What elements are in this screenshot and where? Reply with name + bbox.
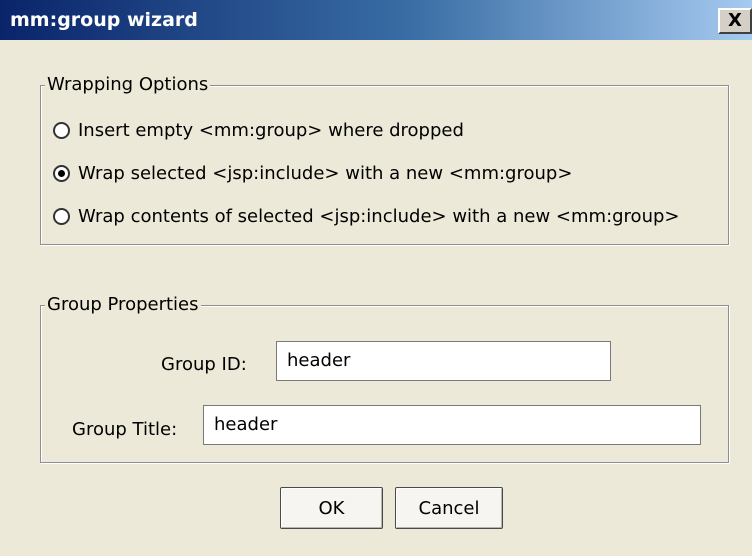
group-id-input[interactable]: header (276, 341, 611, 381)
radio-button-icon[interactable] (53, 207, 70, 225)
wrapping-options-group: Wrapping Options Insert empty <mm:group>… (40, 73, 729, 245)
title-bar[interactable]: mm:group wizard X (0, 0, 752, 40)
radio-button-icon[interactable] (53, 121, 70, 139)
close-icon: X (728, 10, 742, 31)
group-properties-legend: Group Properties (45, 293, 201, 317)
window-title: mm:group wizard (10, 9, 198, 31)
group-properties-group: Group Properties Group ID: header Group … (40, 293, 729, 463)
radio-label: Insert empty <mm:group> where dropped (78, 119, 464, 141)
cancel-button[interactable]: Cancel (395, 487, 503, 529)
radio-label: Wrap selected <jsp:include> with a new <… (78, 162, 573, 184)
radio-wrap-selected[interactable]: Wrap selected <jsp:include> with a new <… (53, 159, 572, 187)
ok-button-label: OK (318, 497, 345, 519)
group-title-label: Group Title: (72, 419, 178, 440)
radio-button-checked-icon[interactable] (53, 164, 70, 182)
ok-button[interactable]: OK (280, 487, 383, 529)
group-title-input[interactable]: header (203, 405, 701, 445)
radio-wrap-contents[interactable]: Wrap contents of selected <jsp:include> … (53, 202, 680, 230)
cancel-button-label: Cancel (418, 497, 480, 519)
radio-insert-empty[interactable]: Insert empty <mm:group> where dropped (53, 116, 464, 144)
group-id-label: Group ID: (161, 354, 247, 375)
wrapping-options-legend: Wrapping Options (45, 73, 211, 97)
radio-label: Wrap contents of selected <jsp:include> … (78, 205, 680, 227)
close-button[interactable]: X (718, 8, 752, 34)
